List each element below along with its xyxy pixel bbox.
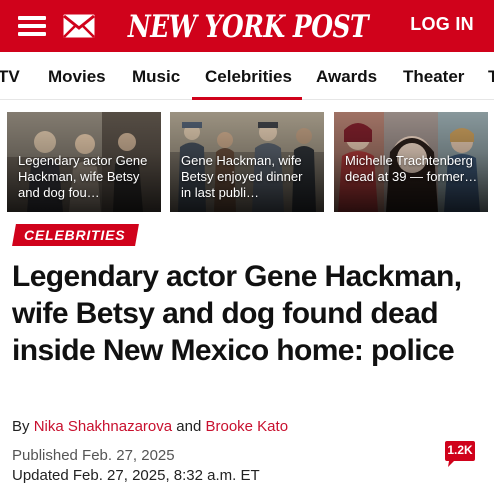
category-label: CELEBRITIES	[24, 227, 126, 243]
byline: By Nika Shakhnazarova and Brooke Kato	[12, 418, 288, 435]
section-nav: TV Movies Music Celebrities Awards Theat…	[0, 52, 494, 100]
story-caption: Gene Hackman, wife Betsy enjoyed dinner …	[181, 153, 303, 200]
comment-count-button[interactable]: 1.2K	[444, 440, 476, 467]
story-card[interactable]: Michelle Trachtenberg dead at 39 — forme…	[334, 112, 488, 212]
envelope-icon[interactable]	[62, 13, 96, 39]
logo-text: NEW YORK POST	[127, 7, 369, 45]
active-nav-indicator	[192, 97, 302, 100]
nav-item-tv[interactable]: TV	[0, 67, 20, 87]
updated-date: Updated Feb. 27, 2025, 8:32 a.m. ET	[12, 467, 260, 484]
story-card[interactable]: Gene Hackman, wife Betsy enjoyed dinner …	[170, 112, 324, 212]
site-logo[interactable]: NEW YORK POST	[127, 7, 369, 45]
article-headline: Legendary actor Gene Hackman, wife Betsy…	[12, 260, 462, 367]
published-date: Published Feb. 27, 2025	[12, 447, 175, 464]
byline-prefix: By	[12, 418, 30, 435]
nav-item-movies[interactable]: Movies	[48, 67, 106, 87]
nav-item-theater[interactable]: Theater	[403, 67, 464, 87]
story-caption: Legendary actor Gene Hackman, wife Betsy…	[18, 153, 148, 200]
category-badge[interactable]: CELEBRITIES	[12, 224, 140, 246]
nav-item-celebrities[interactable]: Celebrities	[205, 67, 292, 87]
nav-item-awards[interactable]: Awards	[316, 67, 377, 87]
byline-conjunction: and	[176, 418, 202, 435]
related-stories: Legendary actor Gene Hackman, wife Betsy…	[0, 112, 494, 212]
hamburger-menu-icon[interactable]	[18, 14, 46, 38]
story-card[interactable]: Legendary actor Gene Hackman, wife Betsy…	[7, 112, 161, 212]
nav-item-music[interactable]: Music	[132, 67, 180, 87]
author-link-1[interactable]: Nika Shakhnazarova	[34, 418, 172, 435]
comment-count: 1.2K	[447, 443, 473, 457]
site-header: NEW YORK POST LOG IN	[0, 0, 494, 52]
nav-item-truncated[interactable]: T	[488, 67, 494, 87]
login-button[interactable]: LOG IN	[410, 14, 474, 35]
author-link-2[interactable]: Brooke Kato	[205, 418, 288, 435]
story-caption: Michelle Trachtenberg dead at 39 — forme…	[345, 153, 478, 184]
